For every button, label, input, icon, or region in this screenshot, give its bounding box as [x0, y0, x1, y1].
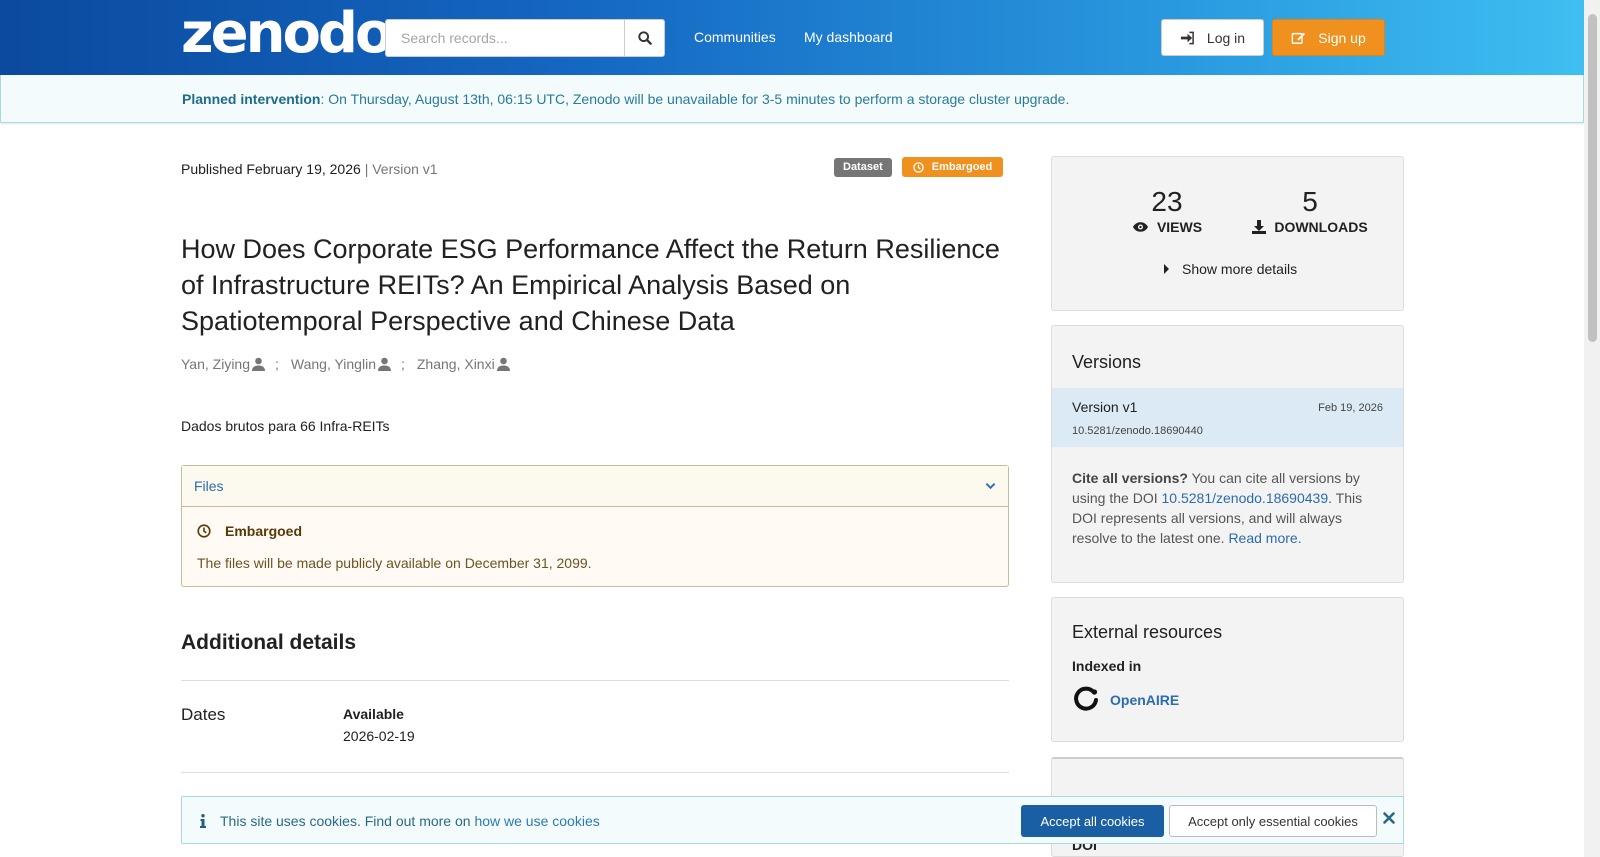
- cookie-policy-link[interactable]: how we use cookies: [474, 813, 599, 829]
- top-header: zenodo Communities My dashboard Log in S…: [0, 0, 1600, 75]
- download-icon: [1252, 220, 1267, 234]
- nav-communities[interactable]: Communities: [694, 29, 776, 45]
- views-stat: 23 VIEWS: [1112, 187, 1222, 235]
- author-item[interactable]: Zhang, Xinxi: [417, 356, 511, 372]
- user-icon: [377, 357, 391, 371]
- external-resources-heading: External resources: [1072, 622, 1223, 642]
- openaire-link[interactable]: OpenAIRE: [1072, 686, 1179, 714]
- downloads-count: 5: [1302, 186, 1318, 217]
- chevron-down-icon: [985, 483, 996, 490]
- cookie-text-wrap: This site uses cookies. Find out more on…: [220, 813, 600, 829]
- versions-card: Versions Version v1 Feb 19, 2026 10.5281…: [1051, 325, 1404, 583]
- eye-icon: [1132, 222, 1148, 232]
- concept-doi-link[interactable]: 10.5281/zenodo.18690439: [1162, 490, 1329, 506]
- additional-details-heading: Additional details: [181, 631, 357, 654]
- show-more-details-toggle[interactable]: Show more details: [1164, 261, 1297, 277]
- openaire-label: OpenAIRE: [1110, 692, 1180, 708]
- nav-my-dashboard[interactable]: My dashboard: [804, 29, 893, 45]
- info-icon: [200, 814, 206, 828]
- author-item[interactable]: Wang, Yinglin: [291, 356, 392, 372]
- version-item-date: Feb 19, 2026: [1318, 402, 1383, 414]
- author-item[interactable]: Yan, Ziying: [181, 356, 266, 372]
- embargo-heading: Embargoed: [197, 523, 302, 539]
- stats-card: 23 VIEWS 5 DOWNLOADS Show more details: [1051, 156, 1404, 311]
- downloads-stat: 5 DOWNLOADS: [1245, 187, 1375, 235]
- search-icon: [637, 31, 652, 45]
- banner-title: Planned intervention: [182, 91, 321, 107]
- banner-message: : On Thursday, August 13th, 06:15 UTC, Z…: [320, 91, 1070, 107]
- views-label-row: VIEWS: [1112, 219, 1222, 235]
- files-panel: Files Embargoed The files will be made p…: [181, 465, 1009, 587]
- cite-all-versions-text: Cite all versions? You can cite all vers…: [1072, 468, 1387, 548]
- login-button[interactable]: Log in: [1161, 19, 1264, 56]
- embargo-title: Embargoed: [225, 523, 303, 539]
- files-accordion-header[interactable]: Files: [182, 466, 1008, 507]
- page-scrollbar[interactable]: [1584, 0, 1600, 857]
- show-more-details-label: Show more details: [1182, 261, 1298, 277]
- record-title: How Does Corporate ESG Performance Affec…: [181, 234, 1000, 336]
- author-separator: ;: [400, 356, 405, 372]
- version-item-doi: 10.5281/zenodo.18690440: [1072, 425, 1203, 437]
- divider: [181, 772, 1009, 773]
- search-button[interactable]: [624, 19, 665, 57]
- divider: [181, 680, 1009, 681]
- external-resources-card: External resources Indexed in OpenAIRE: [1051, 597, 1404, 742]
- scrollbar-thumb[interactable]: [1588, 14, 1597, 342]
- cookie-message: This site uses cookies. Find out more on…: [200, 813, 600, 829]
- author-name: Zhang, Xinxi: [416, 356, 495, 372]
- signup-button[interactable]: Sign up: [1272, 19, 1385, 56]
- openaire-logo-icon: [1074, 686, 1098, 711]
- record-description: Dados brutos para 66 Infra-REITs: [181, 418, 390, 434]
- resource-type-badge: Dataset: [834, 158, 892, 177]
- views-label: VIEWS: [1156, 219, 1203, 235]
- user-icon: [496, 357, 510, 371]
- caret-right-icon: [1164, 264, 1169, 274]
- files-label: Files: [194, 478, 224, 494]
- zenodo-logo[interactable]: zenodo: [181, 6, 393, 62]
- published-date: Published February 19, 2026: [181, 161, 361, 177]
- publication-meta: Published February 19, 2026 | Version v1: [181, 161, 438, 177]
- indexed-in-label: Indexed in: [1072, 658, 1142, 674]
- edit-icon: [1291, 32, 1306, 44]
- version-label: | Version v1: [364, 161, 438, 177]
- accept-essential-cookies-button[interactable]: Accept only essential cookies: [1169, 805, 1377, 837]
- author-name: Wang, Yinglin: [290, 356, 376, 372]
- embargo-message: The files will be made publicly availabl…: [197, 555, 592, 571]
- author-list: Yan, Ziying ; Wang, Yinglin ; Zhang, Xin…: [181, 356, 511, 372]
- access-status-label: Embargoed: [931, 161, 993, 173]
- author-separator: ;: [275, 356, 279, 372]
- views-count: 23: [1151, 186, 1183, 217]
- access-status-badge: Embargoed: [902, 157, 1003, 177]
- version-item[interactable]: Version v1 Feb 19, 2026 10.5281/zenodo.1…: [1052, 388, 1403, 447]
- sign-in-icon: [1180, 31, 1194, 44]
- cookie-text: This site uses cookies. Find out more on: [220, 813, 475, 829]
- author-name: Yan, Ziying: [181, 356, 250, 372]
- dates-label: Dates: [181, 705, 226, 724]
- cookie-banner: This site uses cookies. Find out more on…: [181, 796, 1404, 844]
- login-label: Log in: [1206, 29, 1246, 46]
- available-label: Available: [343, 706, 404, 722]
- versions-heading: Versions: [1072, 352, 1142, 372]
- downloads-label-row: DOWNLOADS: [1245, 219, 1375, 235]
- clock-icon: [197, 524, 211, 538]
- downloads-label: DOWNLOADS: [1274, 219, 1368, 235]
- version-item-label: Version v1: [1072, 399, 1138, 415]
- search-bar: [385, 19, 665, 57]
- intervention-banner: Planned intervention: On Thursday, Augus…: [0, 75, 1584, 123]
- clock-icon: [913, 161, 924, 173]
- close-icon[interactable]: [1383, 812, 1395, 824]
- banner-text: Planned intervention: On Thursday, Augus…: [182, 91, 1069, 107]
- user-icon: [252, 357, 265, 371]
- read-more-link[interactable]: Read more.: [1228, 530, 1301, 546]
- available-date: 2026-02-19: [343, 728, 415, 744]
- signup-label: Sign up: [1318, 29, 1366, 46]
- cite-all-versions-title: Cite all versions?: [1072, 470, 1188, 486]
- search-input[interactable]: [385, 19, 625, 57]
- accept-all-cookies-button[interactable]: Accept all cookies: [1021, 805, 1164, 837]
